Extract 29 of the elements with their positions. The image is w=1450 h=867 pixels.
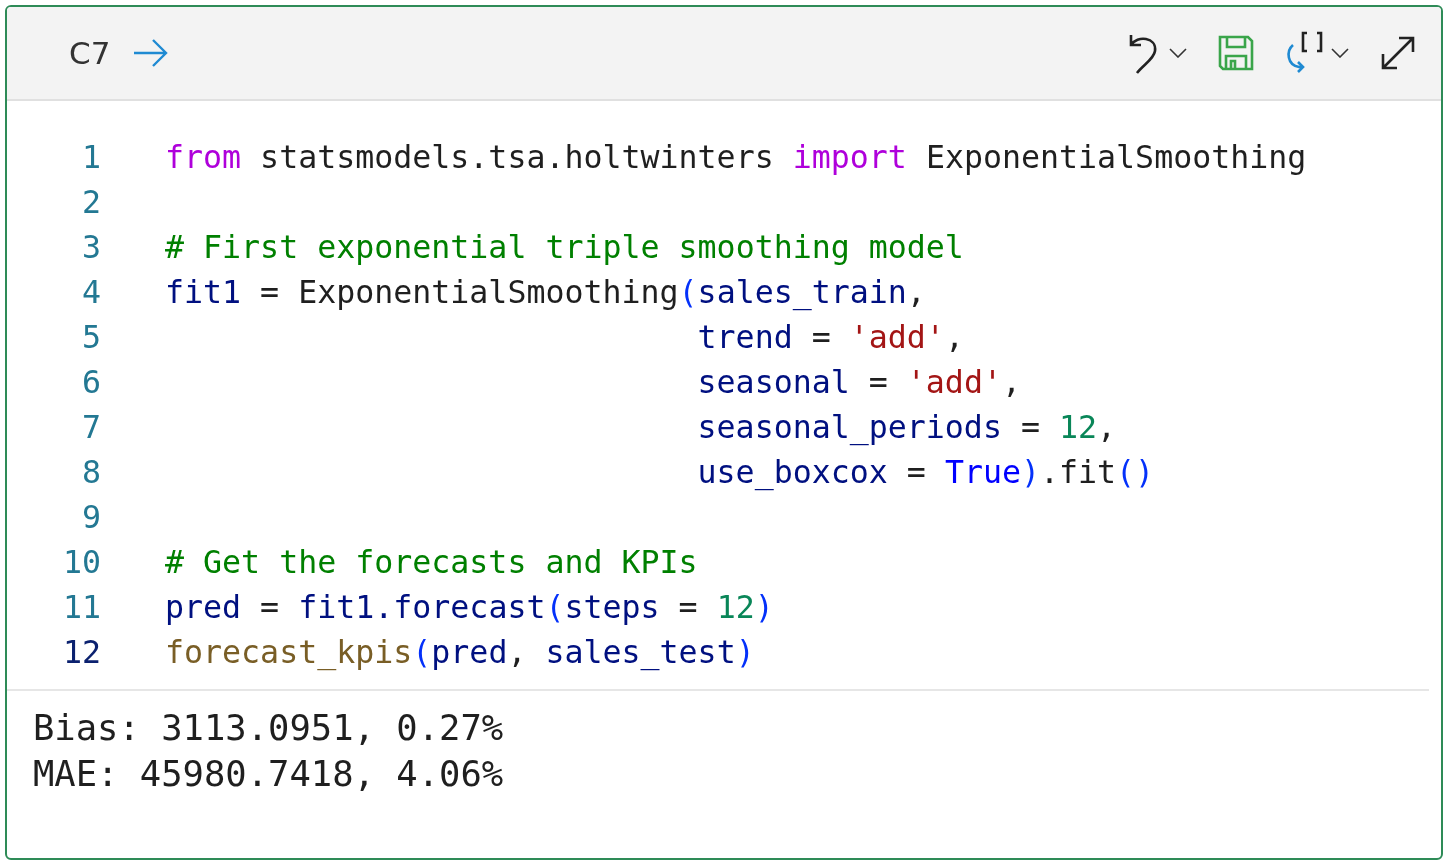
line-number: 12 [61,633,101,672]
line-number: 3 [80,228,101,267]
line-number: 6 [80,363,101,402]
code-line: from statsmodels.tsa.holtwinters import ExponentialSmoothing [165,139,1307,175]
run-brackets-icon [1285,31,1325,75]
line-number: 7 [80,408,101,447]
cell-label: C7 [69,35,111,71]
output-line: Bias: 3113.0951, 0.27% [33,706,504,750]
code-line: pred = fit1.forecast(steps = 12) [165,589,774,625]
code-line: trend = 'add', [697,319,964,355]
line-number: 4 [80,273,101,312]
expand-diagonal-icon [1379,34,1417,72]
output-line: MAE: 45980.7418, 4.06% [33,752,504,796]
code-line: # First exponential triple smoothing model [165,229,964,265]
chevron-down-icon [1169,48,1187,58]
code-line: # Get the forecasts and KPIs [165,544,698,580]
code-line: seasonal = 'add', [697,364,1021,400]
line-number: 8 [80,453,101,492]
code-line: seasonal_periods = 12, [697,409,1117,445]
line-number: 9 [80,498,101,537]
code-line: use_boxcox = True).fit() [697,454,1155,490]
line-number: 5 [80,318,101,357]
code-line: fit1 = ExponentialSmoothing(sales_train, [165,274,926,310]
chevron-down-icon [1331,48,1349,58]
line-number: 10 [61,543,101,582]
line-number: 11 [61,588,101,627]
line-number: 1 [80,138,101,177]
code-line: forecast_kpis(pred, sales_test) [165,634,755,670]
line-number: 2 [80,183,101,222]
